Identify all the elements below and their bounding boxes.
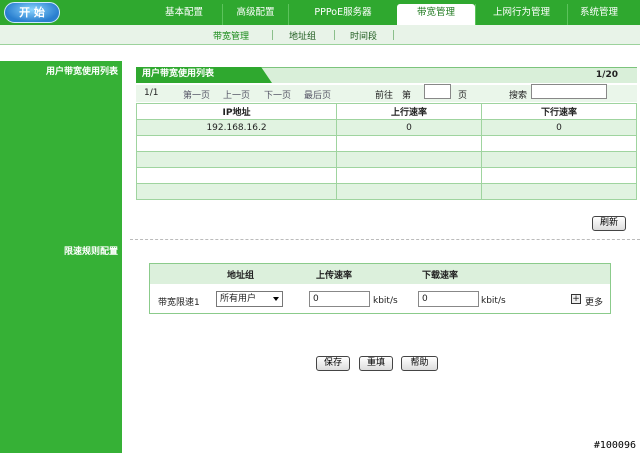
tab-0[interactable]: 基本配置 — [146, 4, 222, 25]
cell-down: 0 — [481, 119, 637, 136]
col-download-rate: 下行速率 — [481, 103, 637, 120]
pager-first-link[interactable]: 第一页 — [183, 88, 210, 101]
rate-col-group: 地址组 — [227, 271, 255, 281]
subnav-separator — [393, 30, 394, 40]
tab-5[interactable]: 系统管理 — [567, 4, 630, 25]
section-divider — [130, 239, 640, 240]
rate-col-upload: 上传速率 — [316, 271, 353, 281]
cell-up — [336, 151, 482, 168]
cell-ip — [136, 183, 337, 200]
page-number-input[interactable] — [424, 84, 451, 99]
pager-prev-link[interactable]: 上一页 — [223, 88, 250, 101]
section-label-list: 用户带宽使用列表 — [45, 67, 118, 77]
table-row — [136, 151, 637, 168]
table-row — [136, 135, 637, 152]
cell-ip — [136, 135, 337, 152]
tab-1[interactable]: 高级配置 — [222, 4, 288, 25]
pager-position: 1/1 — [144, 88, 159, 98]
list-count: 1/20 — [595, 70, 618, 80]
download-rate-input[interactable]: 0 — [418, 291, 479, 307]
table-row — [136, 183, 637, 200]
sub-nav: 带宽管理 地址组 时间段 — [0, 25, 640, 45]
watermark-id: #100096 — [593, 440, 636, 451]
upload-rate-input[interactable]: 0 — [309, 291, 370, 307]
bandwidth-table: IP地址 上行速率 下行速率 192.168.16.2 0 0 — [136, 103, 637, 200]
subnav-separator — [334, 30, 335, 40]
cell-ip — [136, 167, 337, 184]
main-tabs: 基本配置 高级配置 PPPoE服务器 带宽管理 上网行为管理 系统管理 — [146, 4, 630, 25]
top-nav: 开 始 基本配置 高级配置 PPPoE服务器 带宽管理 上网行为管理 系统管理 — [0, 0, 640, 25]
help-button[interactable]: 帮助 — [401, 356, 438, 371]
pager-last-link[interactable]: 最后页 — [304, 88, 331, 101]
rate-col-download: 下载速率 — [422, 271, 459, 281]
cell-down — [481, 151, 637, 168]
cell-up — [336, 135, 482, 152]
more-link[interactable]: 更多 — [585, 295, 603, 308]
save-button[interactable]: 保存 — [316, 356, 350, 371]
upload-unit: kbit/s — [373, 296, 398, 306]
start-logo-button[interactable]: 开 始 — [4, 2, 60, 23]
address-group-select[interactable]: 所有用户 — [216, 291, 283, 307]
cell-up: 0 — [336, 119, 482, 136]
pager-page-suffix: 页 — [458, 91, 468, 101]
download-unit: kbit/s — [481, 296, 506, 306]
refresh-button[interactable]: 刷新 — [592, 216, 626, 231]
subnav-bandwidth-management[interactable]: 带宽管理 — [213, 29, 249, 42]
pager-next-link[interactable]: 下一页 — [264, 88, 291, 101]
pager-page-label: 第 — [402, 91, 412, 101]
rate-rule-header: 地址组 上传速率 下载速率 — [150, 264, 610, 284]
cell-down — [481, 167, 637, 184]
tab-2[interactable]: PPPoE服务器 — [288, 4, 397, 25]
tab-3[interactable]: 带宽管理 — [397, 4, 475, 25]
section-label-rate: 限速规则配置 — [63, 247, 118, 257]
pager-goto-label: 前往 — [375, 91, 394, 101]
subnav-time-range[interactable]: 时间段 — [350, 29, 377, 42]
address-group-selected: 所有用户 — [220, 294, 257, 304]
search-input[interactable] — [531, 84, 607, 99]
reset-button[interactable]: 重填 — [359, 356, 393, 371]
search-label: 搜索 — [509, 91, 528, 101]
subnav-address-group[interactable]: 地址组 — [289, 29, 316, 42]
cell-down — [481, 135, 637, 152]
list-title-tab: 用户带宽使用列表 — [136, 67, 272, 83]
chevron-down-icon — [273, 297, 279, 301]
cell-ip: 192.168.16.2 — [136, 119, 337, 136]
cell-up — [336, 183, 482, 200]
rate-rule-name: 带宽限速1 — [158, 298, 200, 308]
col-upload-rate: 上行速率 — [336, 103, 482, 120]
cell-up — [336, 167, 482, 184]
table-header-row: IP地址 上行速率 下行速率 — [136, 103, 637, 120]
col-ip-address: IP地址 — [136, 103, 337, 120]
subnav-separator — [272, 30, 273, 40]
table-row — [136, 167, 637, 184]
cell-down — [481, 183, 637, 200]
plus-icon[interactable]: + — [571, 294, 581, 304]
tab-4[interactable]: 上网行为管理 — [475, 4, 567, 25]
left-panel: 用户带宽使用列表 限速规则配置 — [0, 61, 122, 453]
table-row[interactable]: 192.168.16.2 0 0 — [136, 119, 637, 136]
cell-ip — [136, 151, 337, 168]
